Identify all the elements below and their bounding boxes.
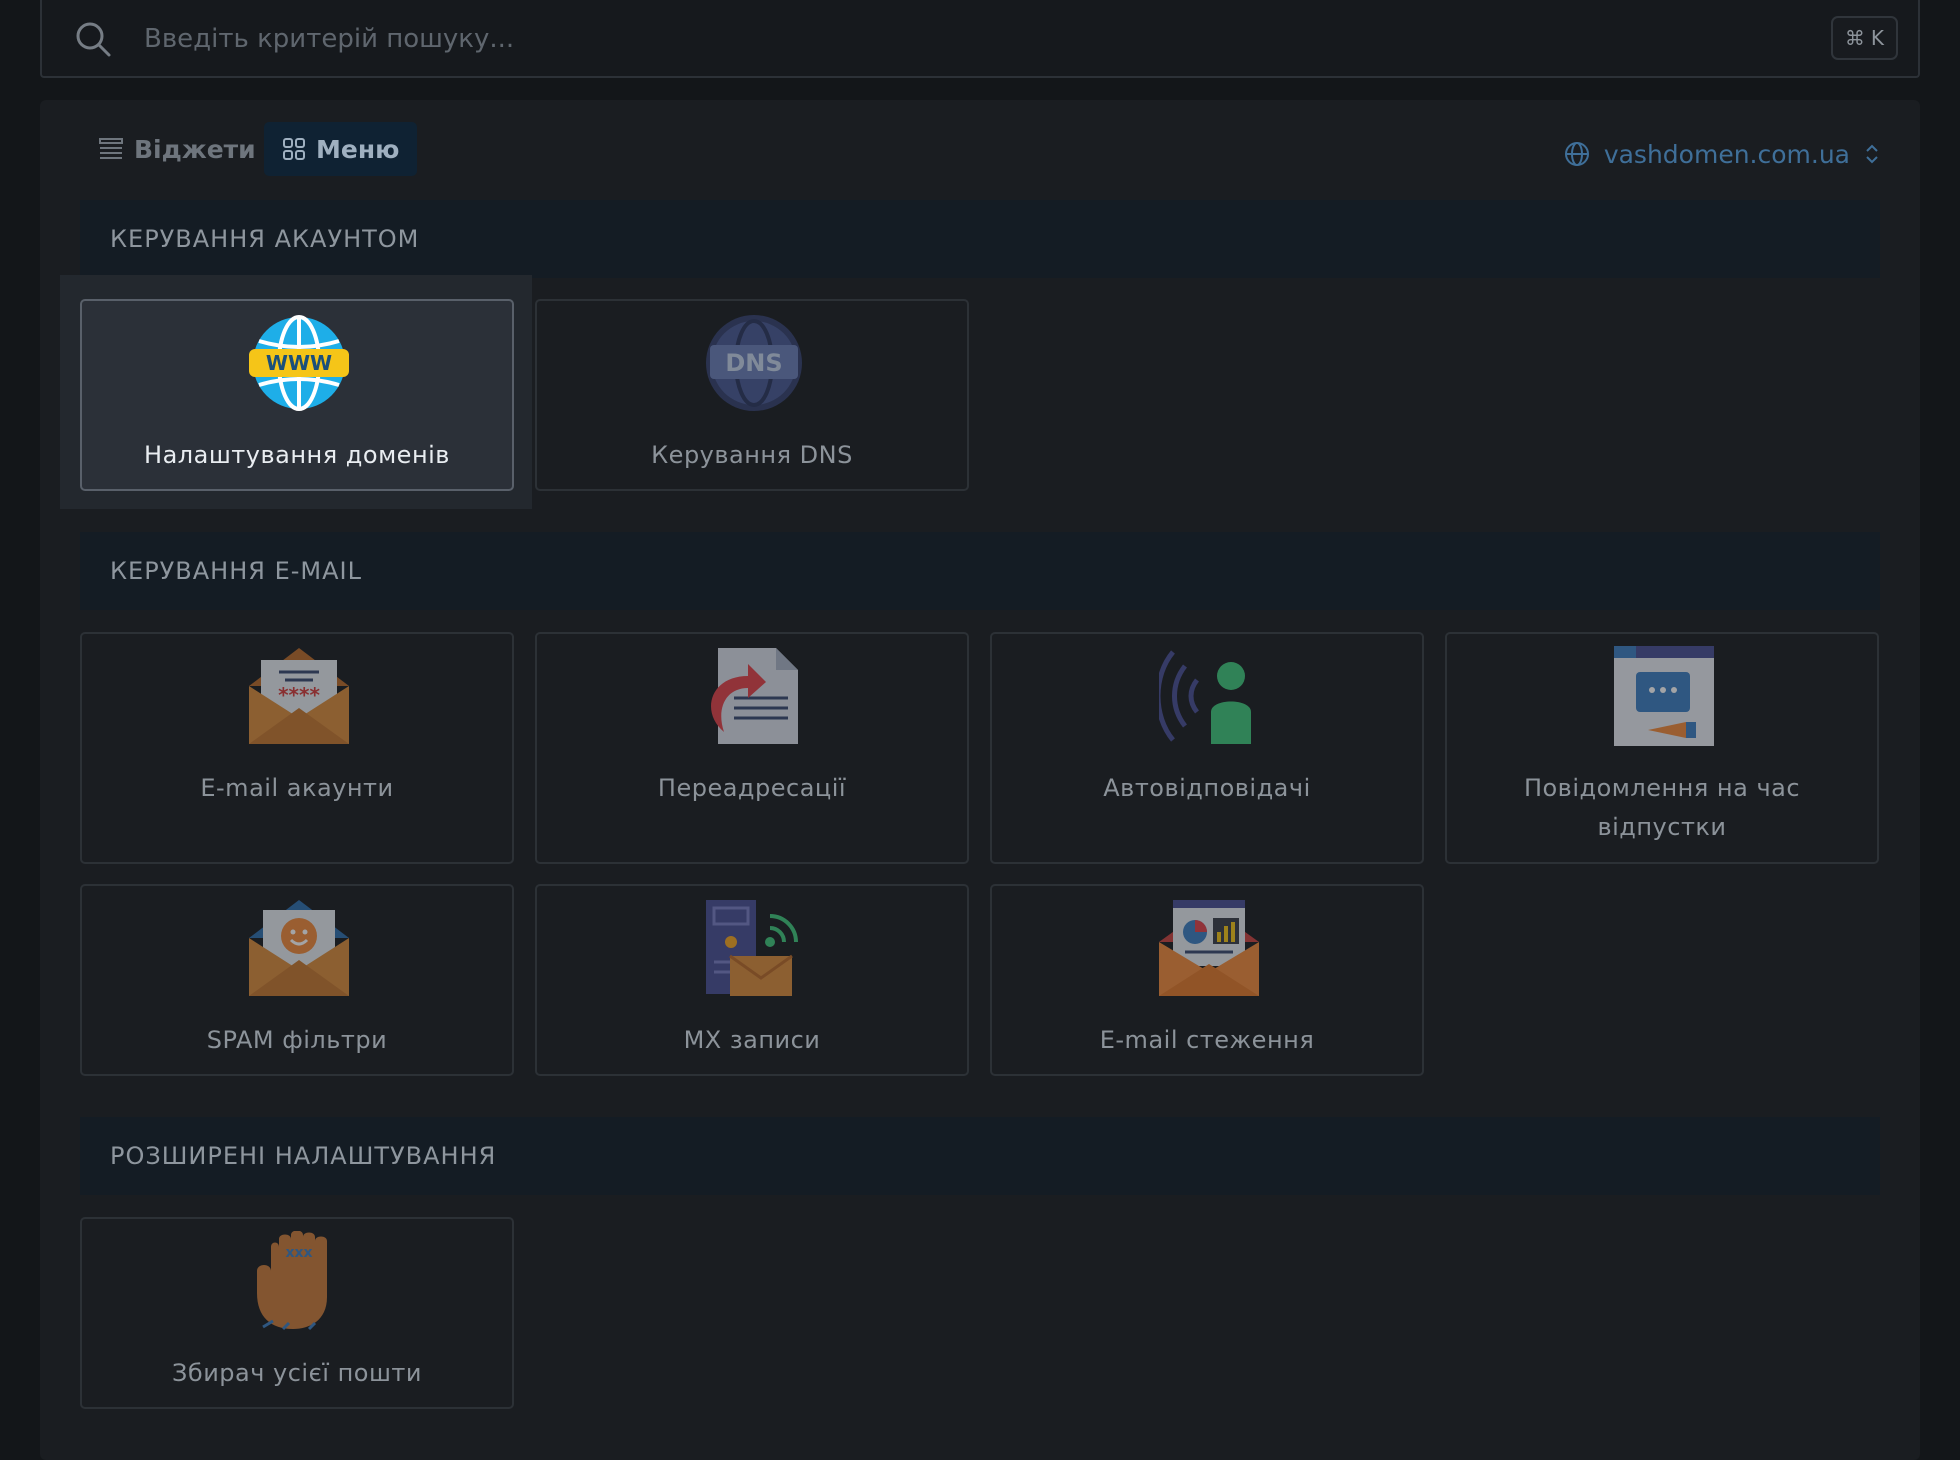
svg-text:xxx: xxx (285, 1245, 312, 1261)
autoresponder-person-icon (1159, 650, 1251, 744)
section-header-account: КЕРУВАННЯ АКАУНТОМ (80, 200, 1880, 278)
section-header-advanced: РОЗШИРЕНІ НАЛАШТУВАННЯ (80, 1117, 1880, 1195)
email-stats-icon (1159, 900, 1259, 996)
tile-label: Автовідповідачі (1103, 774, 1311, 802)
tile-mx-records[interactable]: MX записи (535, 884, 969, 1076)
grid-icon (283, 138, 305, 160)
catch-all-hand-icon: xxx (257, 1231, 327, 1331)
tile-label: Налаштування доменів (144, 441, 450, 469)
tile-label: Керування DNS (651, 441, 853, 469)
tile-autoresponders[interactable]: Автовідповідачі (990, 632, 1424, 864)
tile-label: SPAM фільтри (206, 1026, 388, 1054)
globe-icon (1564, 142, 1589, 166)
tile-label: E-mail акаунти (200, 774, 394, 802)
command-key-icon: ⌘ (1844, 26, 1865, 50)
chevron-up-down-icon (1866, 144, 1878, 164)
search-bar: ⌘ K (40, 0, 1920, 78)
tile-spam-filters[interactable]: SPAM фільтри (80, 884, 514, 1076)
section-header-email: КЕРУВАННЯ E-MAIL (80, 532, 1880, 610)
search-input[interactable] (142, 14, 1742, 64)
tile-email-accounts[interactable]: **** E-mail акаунти (80, 632, 514, 864)
tile-forwarders[interactable]: Переадресації (535, 632, 969, 864)
svg-text:****: **** (278, 683, 320, 707)
tab-menu-label: Меню (316, 134, 400, 164)
svg-text:DNS: DNS (725, 349, 782, 377)
list-icon (99, 138, 123, 159)
keyboard-shortcut-badge: ⌘ K (1830, 16, 1898, 60)
main-panel: Віджети Меню vashdomen.com.ua КЕРУВАННЯ … (40, 100, 1920, 1460)
domain-selector-value: vashdomen.com.ua (1603, 139, 1850, 169)
tab-widgets[interactable]: Віджети (80, 122, 274, 176)
search-icon (76, 22, 111, 57)
dns-globe-icon: DNS (706, 315, 802, 411)
tile-dns-management[interactable]: DNS Керування DNS (535, 299, 969, 491)
envelope-password-icon: **** (249, 648, 349, 744)
tile-label: E-mail стеження (1099, 1026, 1315, 1054)
tab-menu[interactable]: Меню (264, 122, 418, 176)
tile-label: MX записи (683, 1026, 821, 1054)
domain-selector[interactable]: vashdomen.com.ua (1564, 130, 1880, 178)
tile-vacation-messages[interactable]: Повідомлення на час відпустки (1445, 632, 1879, 864)
shortcut-key: K (1870, 26, 1884, 50)
svg-text:WWW: WWW (266, 351, 332, 375)
tile-catch-all[interactable]: xxx Збирач усієї пошти (80, 1217, 514, 1409)
vacation-message-icon (1614, 646, 1714, 746)
tile-label: Збирач усієї пошти (172, 1359, 422, 1387)
www-globe-icon: WWW (249, 315, 349, 411)
server-mail-icon (706, 900, 798, 996)
forward-document-icon (711, 648, 798, 744)
smiley-envelope-icon (249, 900, 349, 996)
tile-label: Переадресації (657, 774, 847, 802)
tile-domain-settings[interactable]: WWW Налаштування доменів (80, 299, 514, 491)
tile-label: Повідомлення на час відпустки (1523, 774, 1801, 841)
tab-widgets-label: Віджети (134, 134, 256, 164)
tile-email-tracking[interactable]: E-mail стеження (990, 884, 1424, 1076)
